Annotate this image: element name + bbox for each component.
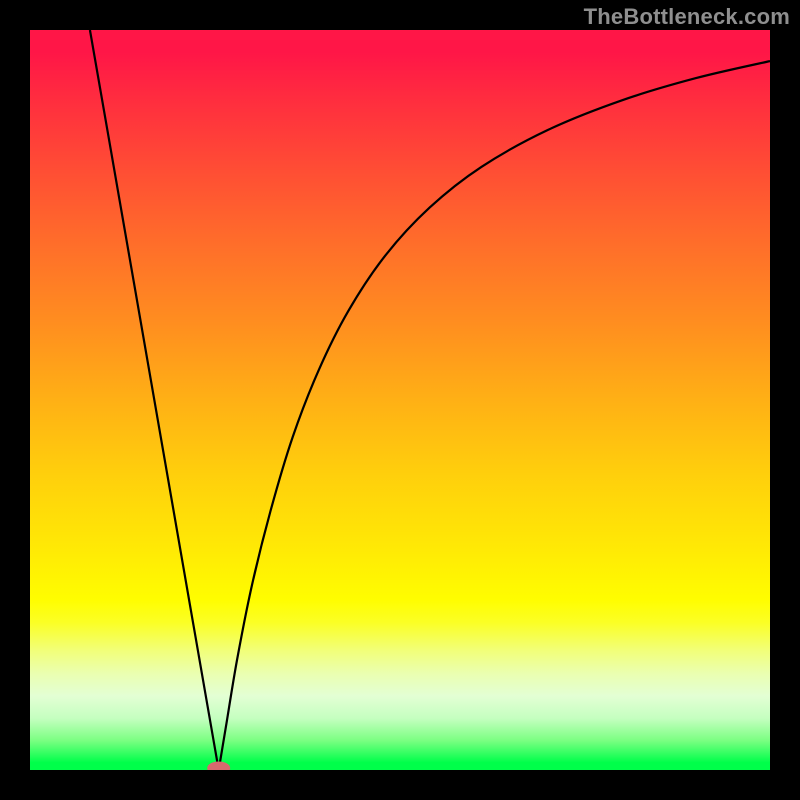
minimum-marker (208, 762, 230, 770)
curve-left-branch (90, 30, 219, 770)
curve-right-branch (219, 61, 770, 770)
watermark-text: TheBottleneck.com (584, 4, 790, 30)
curve-layer (30, 30, 770, 770)
chart-frame: TheBottleneck.com (0, 0, 800, 800)
